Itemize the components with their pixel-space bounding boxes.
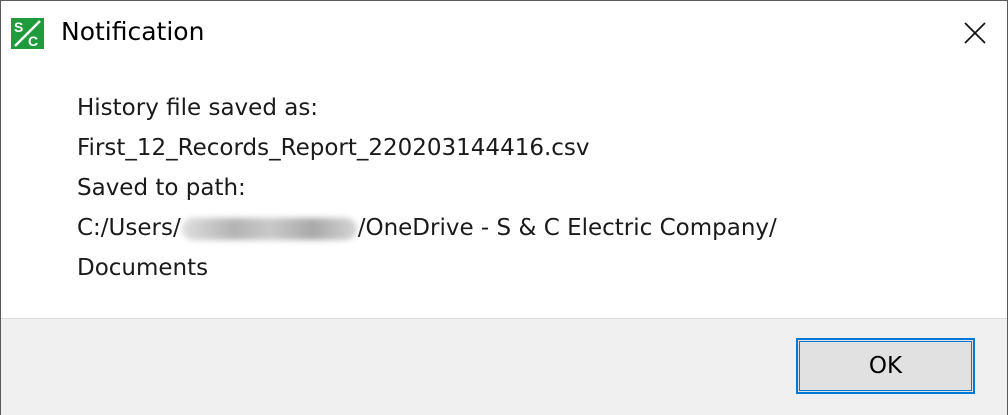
message-line-filename: First_12_Records_Report_220203144416.csv bbox=[77, 135, 590, 161]
ok-button[interactable]: OK bbox=[796, 338, 975, 394]
redacted-username bbox=[181, 217, 357, 240]
message-line-path: C:/Users/ /OneDrive - S & C Electric Comp… bbox=[77, 213, 777, 243]
notification-dialog: S C Notification History file saved as: … bbox=[0, 0, 1008, 415]
path-prefix: C:/Users/ bbox=[77, 215, 181, 241]
message-line-documents: Documents bbox=[77, 255, 209, 281]
sc-logo-icon: S C bbox=[11, 18, 44, 49]
close-button[interactable] bbox=[943, 1, 1007, 65]
message-line-saved-path-label: Saved to path: bbox=[77, 175, 246, 201]
title-bar[interactable]: S C Notification bbox=[1, 1, 1007, 65]
message-area: History file saved as: First_12_Records_… bbox=[1, 65, 1007, 318]
svg-text:C: C bbox=[28, 33, 38, 49]
message-line-saved-as: History file saved as: bbox=[77, 95, 319, 121]
button-bar: OK bbox=[1, 318, 1007, 415]
path-suffix: /OneDrive - S & C Electric Company/ bbox=[357, 215, 777, 241]
dialog-title: Notification bbox=[61, 17, 205, 46]
close-icon bbox=[964, 22, 986, 44]
svg-text:S: S bbox=[14, 19, 23, 35]
